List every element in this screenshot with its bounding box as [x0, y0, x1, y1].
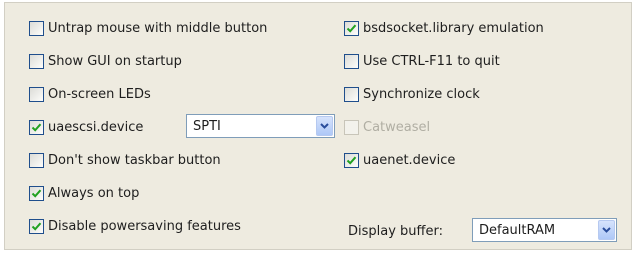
no-taskbar-button-checkbox[interactable]: Don't show taskbar button: [29, 150, 221, 170]
ctrl-f11-quit-label: Use CTRL-F11 to quit: [363, 53, 500, 69]
display-buffer-select[interactable]: DefaultRAM: [472, 218, 617, 242]
always-on-top-label: Always on top: [48, 185, 140, 201]
check-icon: [31, 123, 42, 132]
checkbox-box[interactable]: [29, 152, 44, 168]
checkbox-box[interactable]: [29, 218, 44, 234]
checkbox-box[interactable]: [29, 119, 44, 135]
catweasel-checkbox: Catweasel: [344, 117, 430, 137]
onscreen-leds-label: On-screen LEDs: [48, 86, 151, 102]
chevron-down-icon: [320, 123, 329, 129]
checkbox-box[interactable]: [29, 86, 44, 102]
catweasel-label: Catweasel: [363, 119, 431, 135]
scsi-mode-value: SPTI: [193, 118, 221, 134]
misc-options-panel: Untrap mouse with middle button Show GUI…: [4, 2, 632, 250]
always-on-top-checkbox[interactable]: Always on top: [29, 183, 139, 203]
untrap-mouse-checkbox[interactable]: Untrap mouse with middle button: [29, 18, 267, 38]
display-buffer-label: Display buffer:: [348, 223, 443, 239]
disable-powersaving-label: Disable powersaving features: [48, 218, 241, 234]
uaenet-checkbox[interactable]: uaenet.device: [344, 150, 455, 170]
untrap-mouse-label: Untrap mouse with middle button: [48, 20, 268, 36]
scsi-mode-select[interactable]: SPTI: [186, 114, 335, 138]
disable-powersaving-checkbox[interactable]: Disable powersaving features: [29, 216, 241, 236]
checkbox-box[interactable]: [29, 20, 44, 36]
checkbox-box: [344, 119, 359, 135]
uaescsi-label: uaescsi.device: [48, 119, 144, 135]
checkbox-box[interactable]: [344, 53, 359, 69]
sync-clock-checkbox[interactable]: Synchronize clock: [344, 84, 480, 104]
check-icon: [31, 189, 42, 198]
no-taskbar-button-label: Don't show taskbar button: [48, 152, 221, 168]
scsi-dropdown-button[interactable]: [316, 116, 333, 136]
check-icon: [346, 24, 357, 33]
checkbox-box[interactable]: [344, 152, 359, 168]
uaenet-label: uaenet.device: [363, 152, 456, 168]
check-icon: [346, 156, 357, 165]
show-gui-checkbox[interactable]: Show GUI on startup: [29, 51, 182, 71]
checkbox-box[interactable]: [344, 20, 359, 36]
sync-clock-label: Synchronize clock: [363, 86, 480, 102]
display-buffer-value: DefaultRAM: [479, 222, 556, 238]
chevron-down-icon: [602, 227, 611, 233]
checkbox-box[interactable]: [29, 53, 44, 69]
bsdsocket-label: bsdsocket.library emulation: [363, 20, 544, 36]
checkbox-box[interactable]: [29, 185, 44, 201]
checkbox-box[interactable]: [344, 86, 359, 102]
display-buffer-dropdown-button[interactable]: [598, 220, 615, 240]
show-gui-label: Show GUI on startup: [48, 53, 182, 69]
ctrl-f11-quit-checkbox[interactable]: Use CTRL-F11 to quit: [344, 51, 500, 71]
bsdsocket-checkbox[interactable]: bsdsocket.library emulation: [344, 18, 544, 38]
check-icon: [31, 222, 42, 231]
uaescsi-checkbox[interactable]: uaescsi.device: [29, 117, 143, 137]
onscreen-leds-checkbox[interactable]: On-screen LEDs: [29, 84, 151, 104]
